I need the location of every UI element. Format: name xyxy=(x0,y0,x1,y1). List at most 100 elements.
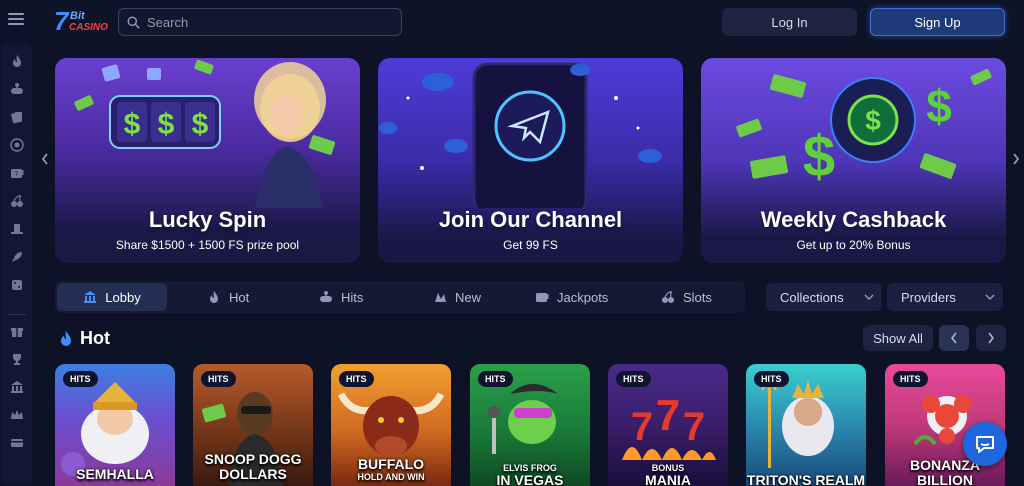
search-icon xyxy=(127,15,140,29)
game-subtitle: IN VEGAS xyxy=(496,472,564,486)
live-chat-button[interactable] xyxy=(963,422,1007,466)
joystick-icon xyxy=(320,291,332,302)
banner-title: Lucky Spin xyxy=(148,207,267,232)
trophy-icon[interactable] xyxy=(10,352,24,366)
sidebar-divider xyxy=(8,314,26,315)
tab-slots[interactable]: Slots xyxy=(651,283,722,311)
svg-text:$: $ xyxy=(803,124,835,189)
banner-subtitle: Get 99 FS xyxy=(503,238,558,252)
providers-label: Providers xyxy=(901,289,956,305)
top-bar: 7 Bit CASINO Log In Sign Up xyxy=(0,0,1024,44)
carousel-prev-button[interactable] xyxy=(939,325,969,351)
target-icon[interactable] xyxy=(10,138,24,152)
carousel-next-button[interactable] xyxy=(976,325,1006,351)
banner-subtitle: Share $1500 + 1500 FS prize pool xyxy=(115,238,300,252)
logo[interactable]: 7 Bit CASINO xyxy=(54,6,110,36)
section-title: Hot xyxy=(58,328,110,349)
fire-icon xyxy=(210,291,218,303)
fire-icon[interactable] xyxy=(10,54,24,68)
chevron-left-icon xyxy=(950,332,957,344)
logo-bit: Bit xyxy=(70,10,85,22)
game-card[interactable]: HITS ELVIS FROG IN VEGAS xyxy=(470,364,590,486)
rocket-icon[interactable] xyxy=(10,250,24,264)
providers-dropdown[interactable]: Providers xyxy=(887,283,1003,311)
hits-badge: HITS xyxy=(63,371,98,387)
slots-icon[interactable]: 7 xyxy=(10,166,24,180)
tab-lobby[interactable]: Lobby xyxy=(57,283,167,311)
tab-label: Lobby xyxy=(105,289,141,305)
banner-title: Weekly Cashback xyxy=(760,207,947,232)
game-card[interactable]: HITS SNOOP DOGG DOLLARS xyxy=(193,364,313,486)
login-button[interactable]: Log In xyxy=(722,8,857,36)
hits-badge: HITS xyxy=(201,371,236,387)
new-icon xyxy=(435,293,446,302)
game-card[interactable]: HITS SEMHALLA xyxy=(55,364,175,486)
joystick-icon[interactable] xyxy=(10,82,24,96)
banner-title: Join Our Channel xyxy=(438,207,623,232)
tab-jackpots[interactable]: Jackpots xyxy=(525,283,618,311)
cherries-icon xyxy=(662,291,674,303)
tab-label: Slots xyxy=(683,289,712,305)
chevron-right-icon xyxy=(988,332,995,344)
banner-next-arrow[interactable] xyxy=(1011,152,1021,166)
svg-text:$: $ xyxy=(124,108,141,141)
section-title-text: Hot xyxy=(80,328,110,348)
logo-seven: 7 xyxy=(54,6,69,36)
tab-hot[interactable]: Hot xyxy=(197,283,259,311)
cherries-icon[interactable] xyxy=(10,194,24,208)
category-tabs: Lobby Hot Hits New Jackpots Slots xyxy=(55,281,745,313)
chevron-down-icon xyxy=(985,294,995,301)
search-box[interactable] xyxy=(118,8,402,36)
crown-icon[interactable] xyxy=(10,408,24,422)
dice-icon[interactable] xyxy=(10,278,24,292)
show-all-button[interactable]: Show All xyxy=(863,325,933,351)
hits-badge: HITS xyxy=(339,371,374,387)
game-title: SEMHALLA xyxy=(76,466,154,482)
banner-prev-arrow[interactable] xyxy=(40,152,50,166)
search-input[interactable] xyxy=(147,14,387,30)
tab-hits[interactable]: Hits xyxy=(309,283,373,311)
cashback-illustration: $ $ $ xyxy=(736,68,992,189)
jackpot-icon xyxy=(536,293,549,302)
slot-machine-illustration: $ $ $ xyxy=(74,59,336,208)
hits-badge: HITS xyxy=(616,371,651,387)
game-title: SNOOP DOGG DOLLARS xyxy=(204,451,302,482)
lobby-icon xyxy=(84,291,97,303)
hits-badge: HITS xyxy=(478,371,513,387)
svg-text:$: $ xyxy=(865,105,881,136)
banner-lucky-spin[interactable]: $ $ $ Lucky Spin Share $1500 + 1500 FS p… xyxy=(55,58,360,263)
card-icon[interactable] xyxy=(10,436,24,450)
svg-text:7: 7 xyxy=(683,405,705,449)
hat-icon[interactable] xyxy=(10,222,24,236)
tab-label: New xyxy=(455,289,482,305)
signup-button[interactable]: Sign Up xyxy=(870,8,1005,36)
hits-badge: HITS xyxy=(754,371,789,387)
telegram-illustration xyxy=(379,62,662,208)
svg-text:7: 7 xyxy=(656,391,680,440)
bank-icon[interactable] xyxy=(10,380,24,394)
collections-label: Collections xyxy=(780,289,844,305)
menu-icon[interactable] xyxy=(8,13,24,27)
fire-icon xyxy=(61,330,71,346)
logo-casino: CASINO xyxy=(69,22,108,33)
tab-label: Jackpots xyxy=(557,289,609,305)
tab-new[interactable]: New xyxy=(423,283,491,311)
game-title: BUFFALO xyxy=(357,456,425,472)
collections-dropdown[interactable]: Collections xyxy=(766,283,882,311)
sidebar: 7 xyxy=(2,44,32,484)
banner-weekly-cashback[interactable]: $ $ $ Weekly Cashback Get up to 20% Bonu… xyxy=(701,58,1006,263)
game-card[interactable]: HITS BUFFALO HOLD AND WIN xyxy=(331,364,451,486)
banner-join-channel[interactable]: Join Our Channel Get 99 FS xyxy=(378,58,683,263)
svg-text:$: $ xyxy=(158,108,175,141)
tab-label: Hits xyxy=(341,289,364,305)
cards-icon[interactable] xyxy=(10,110,24,124)
tab-label: Hot xyxy=(229,289,250,305)
svg-text:$: $ xyxy=(926,80,952,132)
game-card[interactable]: 7 7 7 HITS BONUS MANIA xyxy=(608,364,728,486)
gift-icon[interactable] xyxy=(10,324,24,338)
svg-text:7: 7 xyxy=(631,405,653,449)
svg-text:$: $ xyxy=(192,108,209,141)
game-card[interactable]: HITS TRITON'S REALM xyxy=(746,364,866,486)
game-title: TRITON'S REALM xyxy=(746,472,866,486)
banner-subtitle: Get up to 20% Bonus xyxy=(796,238,911,252)
